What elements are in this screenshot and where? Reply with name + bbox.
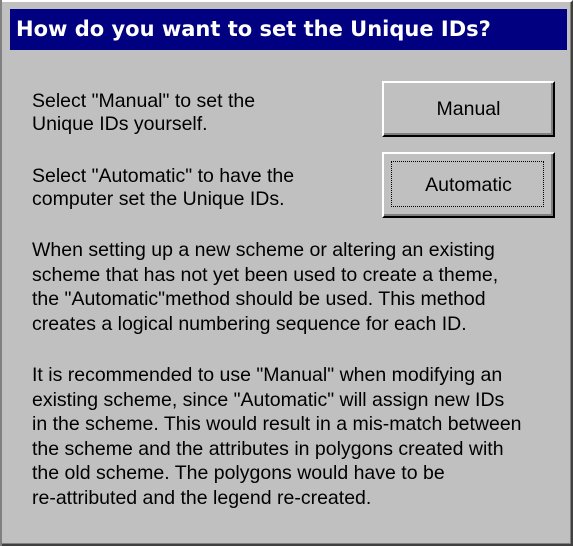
manual-instruction: Select "Manual" to set the Unique IDs yo… bbox=[32, 90, 256, 135]
manual-recommendation: It is recommended to use "Manual" when m… bbox=[32, 364, 522, 509]
automatic-instruction: Select "Automatic" to have the computer … bbox=[32, 165, 295, 210]
manual-button[interactable]: Manual bbox=[382, 81, 555, 137]
unique-id-dialog: How do you want to set the Unique IDs? S… bbox=[0, 0, 573, 546]
automatic-button-label: Automatic bbox=[425, 174, 512, 196]
dialog-title: How do you want to set the Unique IDs? bbox=[10, 9, 567, 50]
manual-button-label: Manual bbox=[436, 98, 501, 120]
automatic-button[interactable]: Automatic bbox=[382, 152, 555, 218]
automatic-explanation: When setting up a new scheme or altering… bbox=[32, 239, 499, 335]
